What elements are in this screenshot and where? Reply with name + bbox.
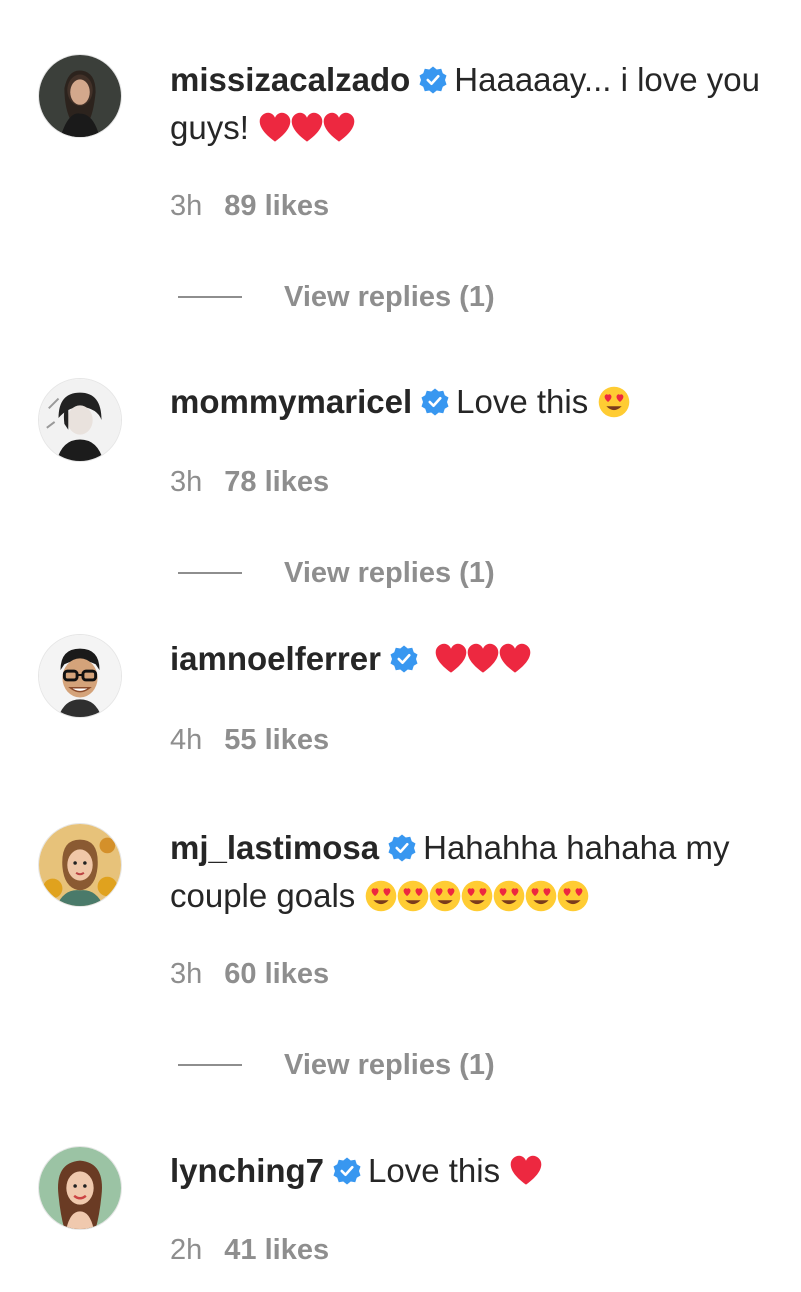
view-replies-label[interactable]: View replies (1) [284,1047,495,1083]
replies-divider [178,296,242,298]
heart-eyes-emoji [556,879,590,913]
heart-eyes-emoji [396,879,430,913]
heart-eyes-emoji [460,879,494,913]
view-replies-button[interactable]: View replies (1) [178,1047,495,1083]
comment-meta: 4h 55 likes [170,722,329,758]
red-heart-emoji [290,111,324,145]
likes-count[interactable]: 55 likes [224,724,329,756]
verified-badge-icon [332,1156,362,1186]
likes-count[interactable]: 60 likes [224,958,329,990]
verified-badge-icon [387,833,417,863]
heart-eyes-emoji [524,879,558,913]
timestamp[interactable]: 4h [170,724,202,756]
verified-badge-icon [418,65,448,95]
replies-divider [178,572,242,574]
heart-eyes-emoji [492,879,526,913]
verified-badge-icon [420,387,450,417]
comment-meta: 3h 89 likes [170,188,329,224]
comment-text: Love this [368,1152,501,1189]
red-heart-emoji [509,1154,543,1188]
heart-eyes-emoji [364,879,398,913]
heart-eyes-emoji [428,879,462,913]
comment-text: Love this [456,383,589,420]
comment-meta: 3h 60 likes [170,956,329,992]
avatar[interactable] [38,54,122,138]
red-heart-emoji [466,642,500,676]
timestamp[interactable]: 3h [170,466,202,498]
likes-count[interactable]: 78 likes [224,466,329,498]
username[interactable]: mommymaricel [170,383,412,420]
red-heart-emoji [258,111,292,145]
comment-meta: 3h 78 likes [170,464,329,500]
likes-count[interactable]: 41 likes [224,1234,329,1266]
avatar[interactable] [38,634,122,718]
verified-badge-icon [389,644,419,674]
timestamp[interactable]: 2h [170,1234,202,1266]
heart-eyes-emoji [597,385,631,419]
comment-body: missizacalzado Haaaaay... i love you guys… [170,56,770,152]
comment-body: iamnoelferrer [170,635,770,683]
likes-count[interactable]: 89 likes [224,190,329,222]
avatar[interactable] [38,823,122,907]
red-heart-emoji [322,111,356,145]
view-replies-button[interactable]: View replies (1) [178,555,495,591]
comment-body: lynching7 Love this [170,1147,770,1195]
timestamp[interactable]: 3h [170,190,202,222]
red-heart-emoji [434,642,468,676]
avatar[interactable] [38,1146,122,1230]
red-heart-emoji [498,642,532,676]
avatar[interactable] [38,378,122,462]
username[interactable]: lynching7 [170,1152,324,1189]
replies-divider [178,1064,242,1066]
username[interactable]: missizacalzado [170,61,410,98]
view-replies-button[interactable]: View replies (1) [178,279,495,315]
username[interactable]: iamnoelferrer [170,640,381,677]
comment-meta: 2h 41 likes [170,1232,329,1268]
view-replies-label[interactable]: View replies (1) [284,279,495,315]
comment-body: mommymaricel Love this [170,378,770,426]
timestamp[interactable]: 3h [170,958,202,990]
username[interactable]: mj_lastimosa [170,829,379,866]
view-replies-label[interactable]: View replies (1) [284,555,495,591]
comment-body: mj_lastimosa Hahahha hahaha my couple goa… [170,824,770,920]
